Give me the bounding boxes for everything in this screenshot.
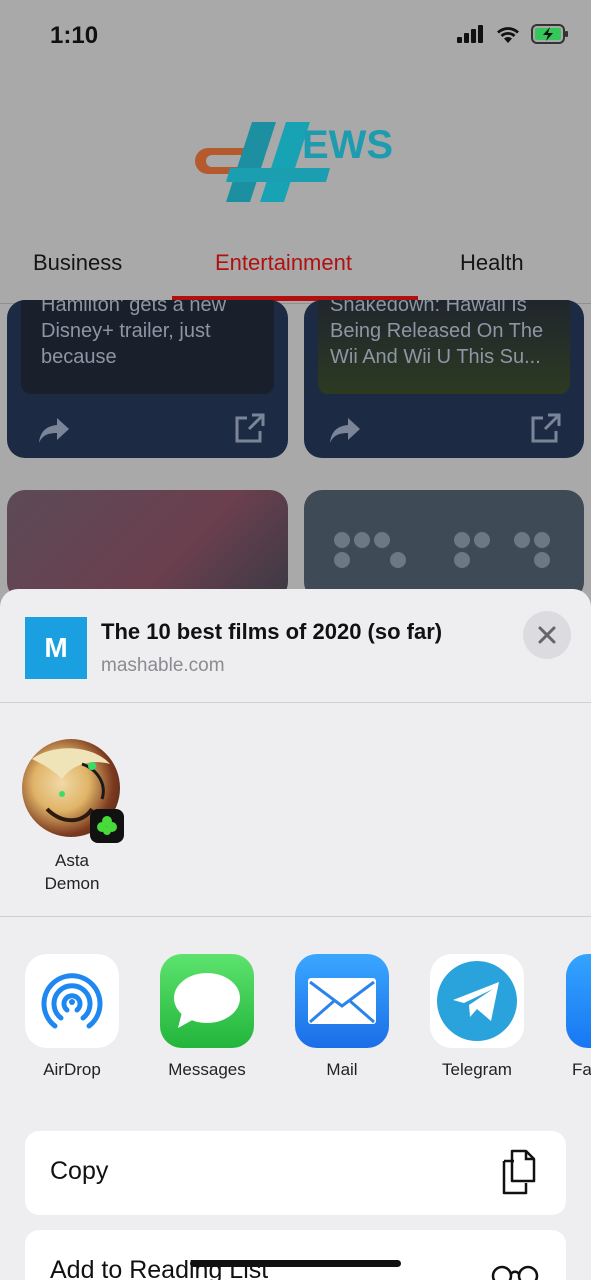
news-card-image[interactable] [304, 490, 584, 600]
share-apps-row: AirDrop Messages Mail Telegram Fa [0, 954, 591, 1084]
share-arrow-icon[interactable] [37, 416, 71, 444]
share-contacts-row: Asta Demon [0, 703, 591, 917]
status-icons [457, 24, 569, 44]
card-headline: Hamilton' gets a new Disney+ trailer, ju… [41, 300, 227, 368]
share-app-facebook[interactable]: Fa [552, 954, 591, 1080]
copy-icon [502, 1149, 536, 1195]
share-app-telegram[interactable]: Telegram [417, 954, 537, 1080]
add-to-reading-list-action[interactable]: Add to Reading List [25, 1230, 566, 1280]
contact-name-line2: Demon [44, 874, 100, 893]
wifi-icon [497, 27, 519, 43]
clover-icon [97, 816, 117, 835]
share-sheet: M The 10 best films of 2020 (so far) mas… [0, 589, 591, 1280]
contact-name-line1: Asta [54, 851, 90, 870]
tab-entertainment[interactable]: Entertainment [215, 250, 352, 276]
copy-action[interactable]: Copy [25, 1131, 566, 1215]
app-label: Telegram [442, 1060, 512, 1079]
telegram-icon [430, 954, 524, 1048]
share-app-messages[interactable]: Messages [147, 954, 267, 1080]
messages-icon [160, 954, 254, 1048]
airdrop-icon [25, 954, 119, 1048]
news-card[interactable]: Shakedown: Hawaii Is Being Released On T… [304, 300, 584, 458]
app-label: AirDrop [43, 1060, 101, 1079]
contact-suggestion[interactable]: Asta Demon [22, 739, 124, 895]
site-favicon: M [25, 617, 87, 679]
avatar [22, 739, 124, 843]
news-logo: EWS [195, 122, 393, 202]
contact-name: Asta Demon [22, 849, 122, 895]
glasses-icon [491, 1265, 539, 1280]
tab-health[interactable]: Health [460, 250, 524, 276]
status-time: 1:10 [50, 22, 99, 49]
open-external-icon[interactable] [234, 412, 266, 444]
mail-icon [295, 954, 389, 1048]
tab-business[interactable]: Business [33, 250, 122, 276]
share-sheet-header: M The 10 best films of 2020 (so far) mas… [0, 589, 591, 703]
open-external-icon[interactable] [530, 412, 562, 444]
home-indicator [190, 1260, 401, 1267]
shared-article-title: The 10 best films of 2020 (so far) [101, 619, 443, 644]
close-icon [538, 626, 556, 644]
action-label: Copy [50, 1157, 109, 1185]
share-app-airdrop[interactable]: AirDrop [12, 954, 132, 1080]
close-button[interactable] [523, 611, 571, 659]
news-card[interactable]: Hamilton' gets a new Disney+ trailer, ju… [7, 300, 288, 458]
shared-article-domain: mashable.com [101, 655, 225, 676]
app-label: Fa [572, 1060, 591, 1079]
facebook-icon [566, 954, 591, 1048]
share-arrow-icon[interactable] [328, 416, 362, 444]
app-label: Mail [326, 1060, 358, 1079]
news-card-image[interactable] [7, 490, 288, 600]
status-bar: 1:10 [0, 0, 591, 70]
category-tabs: Business Entertainment Health [0, 240, 591, 304]
cellular-signal-icon [457, 25, 483, 43]
logo-text: EWS [302, 123, 393, 167]
card-headline: Shakedown: Hawaii Is Being Released On T… [330, 300, 544, 368]
share-app-mail[interactable]: Mail [282, 954, 402, 1080]
app-label: Messages [168, 1060, 246, 1079]
battery-charging-icon [531, 24, 568, 44]
whatsapp-badge [90, 809, 124, 843]
